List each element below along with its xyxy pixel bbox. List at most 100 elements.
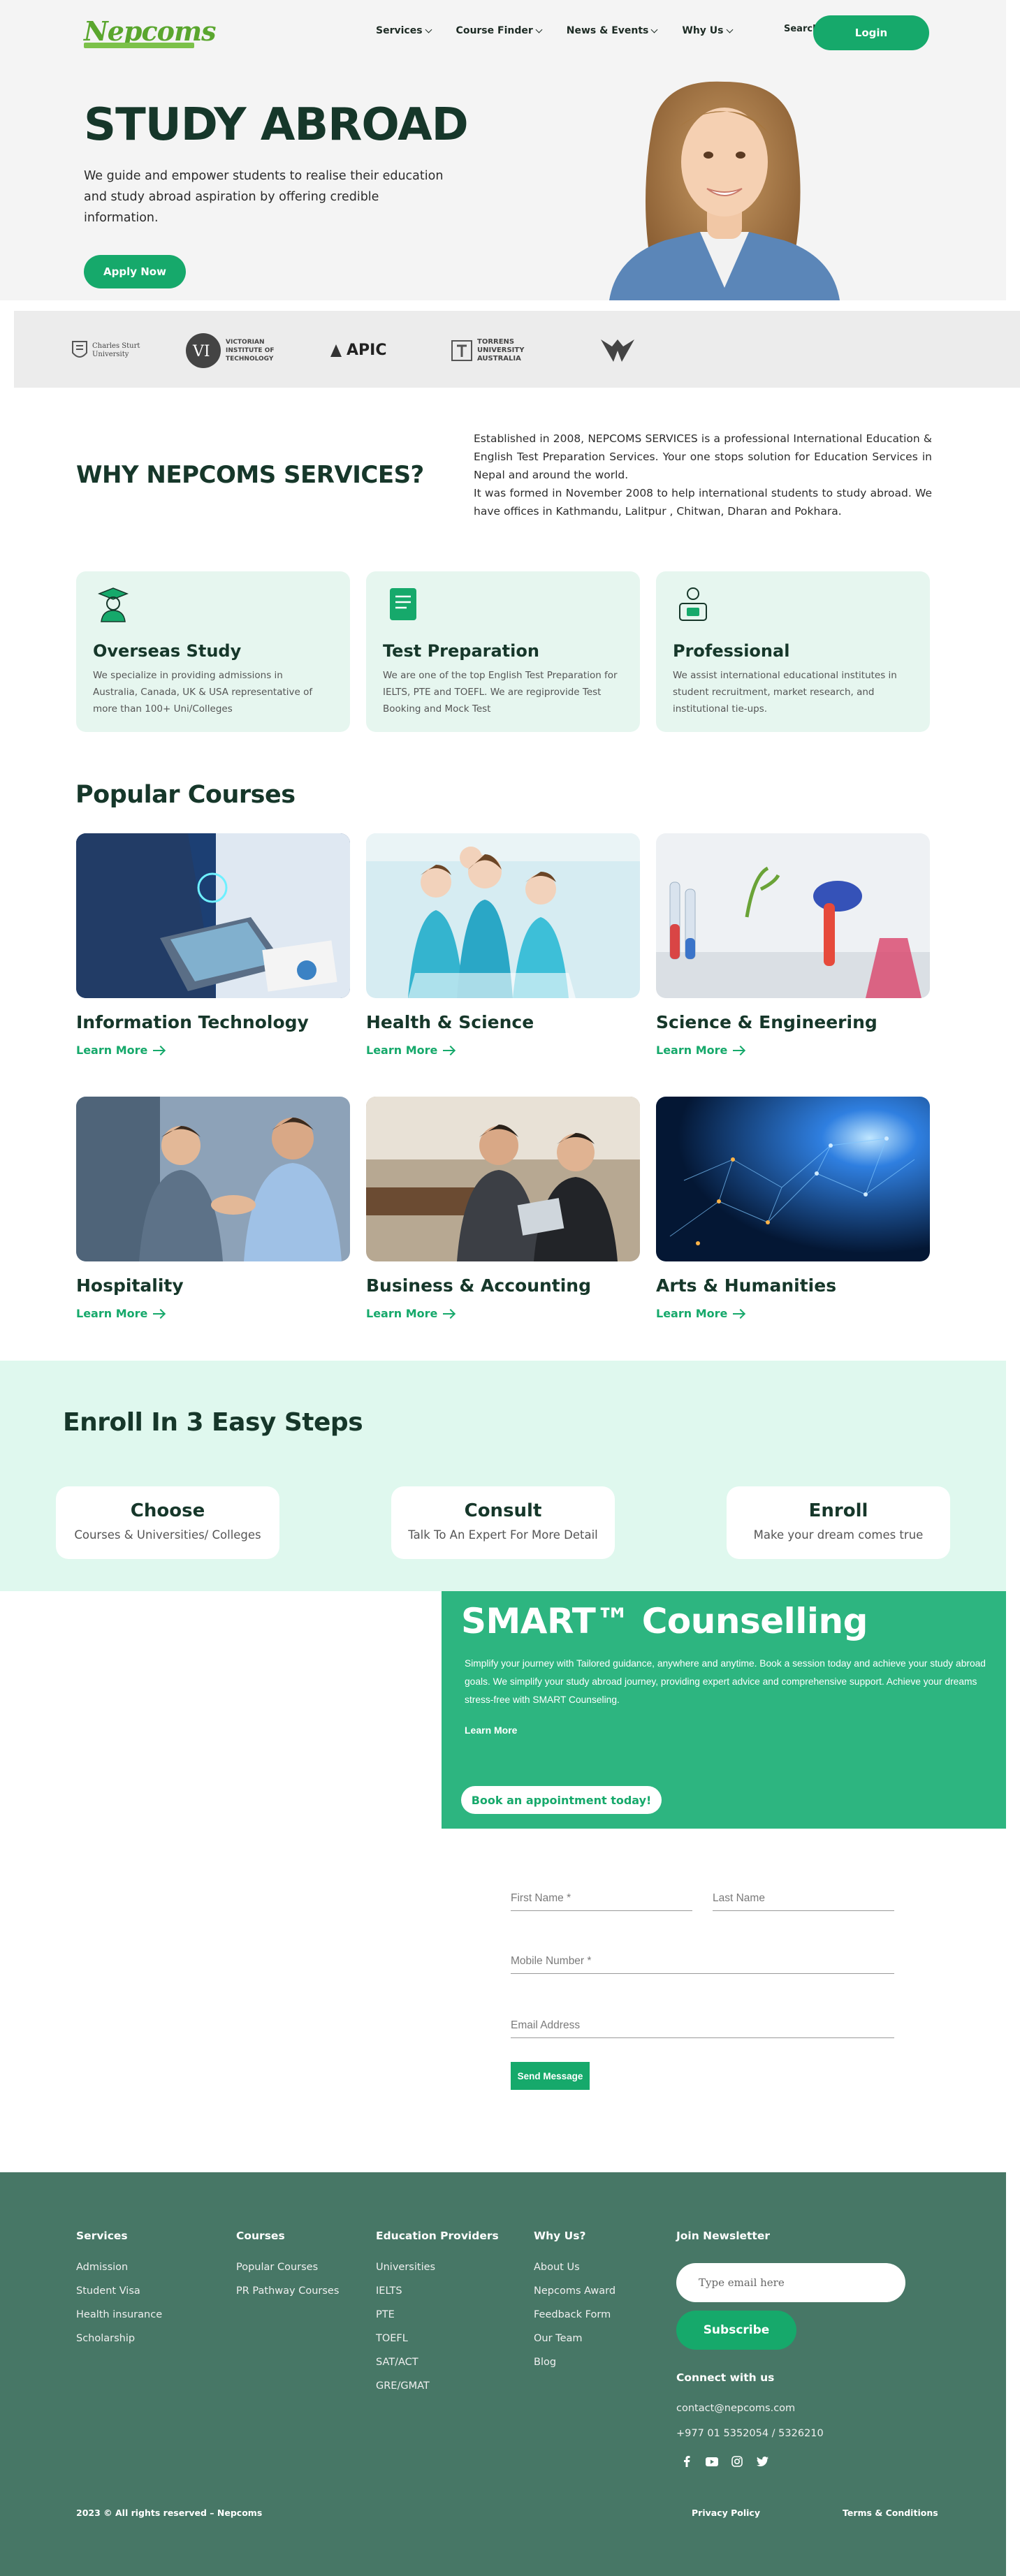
book-appointment-button[interactable]: Book an appointment today! bbox=[461, 1786, 662, 1814]
service-title: Test Preparation bbox=[383, 641, 539, 661]
chevron-down-icon bbox=[726, 26, 733, 33]
footer-col-courses: Courses Popular Courses PR Pathway Cours… bbox=[236, 2230, 339, 2309]
smart-title: SMART™ Counselling bbox=[461, 1601, 868, 1641]
apic-logo bbox=[330, 344, 342, 357]
course-name: Business & Accounting bbox=[366, 1275, 591, 1296]
course-card-hospitality[interactable]: Hospitality Learn More bbox=[76, 1097, 350, 1320]
nav-course-finder[interactable]: Course Finder bbox=[456, 25, 543, 36]
popular-courses-title: Popular Courses bbox=[75, 781, 296, 809]
chevron-down-icon bbox=[650, 26, 658, 33]
learn-more-link[interactable]: Learn More bbox=[366, 1307, 640, 1320]
footer-col-services: Services Admission Student Visa Health i… bbox=[76, 2230, 162, 2357]
chevron-down-icon bbox=[535, 26, 543, 33]
facebook-icon[interactable] bbox=[680, 2455, 693, 2468]
service-card-professional[interactable]: Professional We assist international edu… bbox=[656, 571, 930, 732]
email-address-input[interactable] bbox=[511, 2013, 894, 2037]
step-subtitle: Talk To An Expert For More Detail bbox=[408, 1528, 598, 1542]
partner-logo[interactable]: TORRENS UNIVERSITY AUSTRALIA bbox=[451, 332, 540, 369]
footer-link[interactable]: Nepcoms Award bbox=[534, 2285, 615, 2297]
course-image-arts bbox=[656, 1097, 930, 1261]
connect-heading: Connect with us bbox=[676, 2371, 775, 2384]
learn-more-link[interactable]: Learn More bbox=[76, 1307, 350, 1320]
footer-link[interactable]: IELTS bbox=[376, 2285, 499, 2297]
hero-section: Nepcoms Services Course Finder News & Ev… bbox=[0, 0, 1006, 300]
course-card-information-technology[interactable]: Information Technology Learn More bbox=[76, 833, 350, 1057]
twitter-icon[interactable] bbox=[756, 2455, 768, 2468]
youtube-icon[interactable] bbox=[706, 2455, 718, 2468]
footer-link[interactable]: Feedback Form bbox=[534, 2309, 615, 2320]
footer-link[interactable]: Student Visa bbox=[76, 2285, 162, 2297]
login-button[interactable]: Login bbox=[813, 15, 929, 50]
service-title: Overseas Study bbox=[93, 641, 242, 661]
step-card-enroll[interactable]: Enroll Make your dream comes true bbox=[727, 1486, 950, 1559]
step-card-consult[interactable]: Consult Talk To An Expert For More Detai… bbox=[391, 1486, 615, 1559]
step-subtitle: Courses & Universities/ Colleges bbox=[74, 1528, 261, 1542]
contact-email[interactable]: contact@nepcoms.com bbox=[676, 2403, 795, 2414]
nav-services[interactable]: Services bbox=[376, 25, 432, 36]
privacy-policy-link[interactable]: Privacy Policy bbox=[692, 2508, 760, 2518]
nav-why-us[interactable]: Why Us bbox=[682, 25, 733, 36]
mobile-number-input[interactable] bbox=[511, 1949, 894, 1973]
service-card-overseas-study[interactable]: Overseas Study We specialize in providin… bbox=[76, 571, 350, 732]
nepcoms-logo[interactable]: Nepcoms bbox=[84, 15, 217, 48]
service-text: We are one of the top English Test Prepa… bbox=[383, 670, 618, 715]
smart-learn-more-link[interactable]: Learn More bbox=[465, 1725, 517, 1736]
last-name-input[interactable] bbox=[713, 1886, 894, 1910]
footer-link[interactable]: TOEFL bbox=[376, 2333, 499, 2344]
learn-more-link[interactable]: Learn More bbox=[76, 1044, 350, 1057]
social-links bbox=[680, 2455, 768, 2468]
partner-logo[interactable]: Charles Sturt University bbox=[71, 332, 148, 369]
footer-link[interactable]: Blog bbox=[534, 2357, 615, 2368]
course-card-health-science[interactable]: Health & Science Learn More bbox=[366, 833, 640, 1057]
course-card-science-engineering[interactable]: Science & Engineering Learn More bbox=[656, 833, 930, 1057]
learn-more-link[interactable]: Learn More bbox=[656, 1044, 930, 1057]
arrow-right-icon bbox=[153, 1312, 165, 1315]
instagram-icon[interactable] bbox=[731, 2455, 743, 2468]
service-text: We assist international educational inst… bbox=[673, 670, 897, 715]
partner-logo[interactable]: APIC bbox=[330, 332, 386, 369]
why-paragraph: It was formed in November 2008 to help i… bbox=[474, 487, 932, 518]
course-name: Health & Science bbox=[366, 1012, 534, 1032]
copyright-text: 2023 © All rights reserved – Nepcoms bbox=[76, 2508, 263, 2518]
step-card-choose[interactable]: Choose Courses & Universities/ Colleges bbox=[56, 1486, 279, 1559]
send-message-button[interactable]: Send Message bbox=[511, 2062, 590, 2090]
learn-more-label: Learn More bbox=[76, 1044, 148, 1057]
hero-description: We guide and empower students to realise… bbox=[84, 169, 444, 225]
last-name-field-wrap bbox=[713, 1886, 894, 1911]
newsletter-email-input[interactable] bbox=[676, 2263, 905, 2302]
footer-link[interactable]: PR Pathway Courses bbox=[236, 2285, 339, 2297]
main-nav: Services Course Finder News & Events Why… bbox=[376, 25, 733, 36]
footer-link[interactable]: Scholarship bbox=[76, 2333, 162, 2344]
course-image-it bbox=[76, 833, 350, 998]
footer-link[interactable]: GRE/GMAT bbox=[376, 2380, 499, 2392]
footer-link[interactable]: Universities bbox=[376, 2262, 499, 2273]
hero-title: STUDY ABROAD bbox=[84, 99, 469, 151]
footer-link[interactable]: Our Team bbox=[534, 2333, 615, 2344]
partner-logo[interactable] bbox=[599, 332, 636, 369]
nav-news-events[interactable]: News & Events bbox=[567, 25, 658, 36]
learn-more-link[interactable]: Learn More bbox=[366, 1044, 640, 1057]
course-image-science bbox=[656, 833, 930, 998]
terms-conditions-link[interactable]: Terms & Conditions bbox=[843, 2508, 938, 2518]
course-card-arts-humanities[interactable]: Arts & Humanities Learn More bbox=[656, 1097, 930, 1320]
first-name-input[interactable] bbox=[511, 1886, 692, 1910]
footer-link[interactable]: PTE bbox=[376, 2309, 499, 2320]
smart-description: Simplify your journey with Tailored guid… bbox=[465, 1658, 986, 1705]
course-image-hospitality bbox=[76, 1097, 350, 1261]
learn-more-link[interactable]: Learn More bbox=[656, 1307, 930, 1320]
arrow-right-icon bbox=[733, 1312, 745, 1315]
footer-link[interactable]: Admission bbox=[76, 2262, 162, 2273]
subscribe-button[interactable]: Subscribe bbox=[676, 2311, 796, 2350]
footer-link[interactable]: Health insurance bbox=[76, 2309, 162, 2320]
hero-student-photo bbox=[609, 81, 840, 300]
service-card-test-preparation[interactable]: Test Preparation We are one of the top E… bbox=[366, 571, 640, 732]
partner-logo[interactable]: VI VICTORIAN INSTITUTE OF TECHNOLOGY bbox=[185, 332, 282, 369]
contact-phone[interactable]: +977 01 5352054 / 5326210 bbox=[676, 2428, 824, 2439]
footer-link[interactable]: About Us bbox=[534, 2262, 615, 2273]
footer-col-providers: Education Providers Universities IELTS P… bbox=[376, 2230, 499, 2404]
course-card-business-accounting[interactable]: Business & Accounting Learn More bbox=[366, 1097, 640, 1320]
apply-now-button[interactable]: Apply Now bbox=[84, 255, 186, 288]
footer-link[interactable]: SAT/ACT bbox=[376, 2357, 499, 2368]
footer-link[interactable]: Popular Courses bbox=[236, 2262, 339, 2273]
course-name: Information Technology bbox=[76, 1012, 309, 1032]
